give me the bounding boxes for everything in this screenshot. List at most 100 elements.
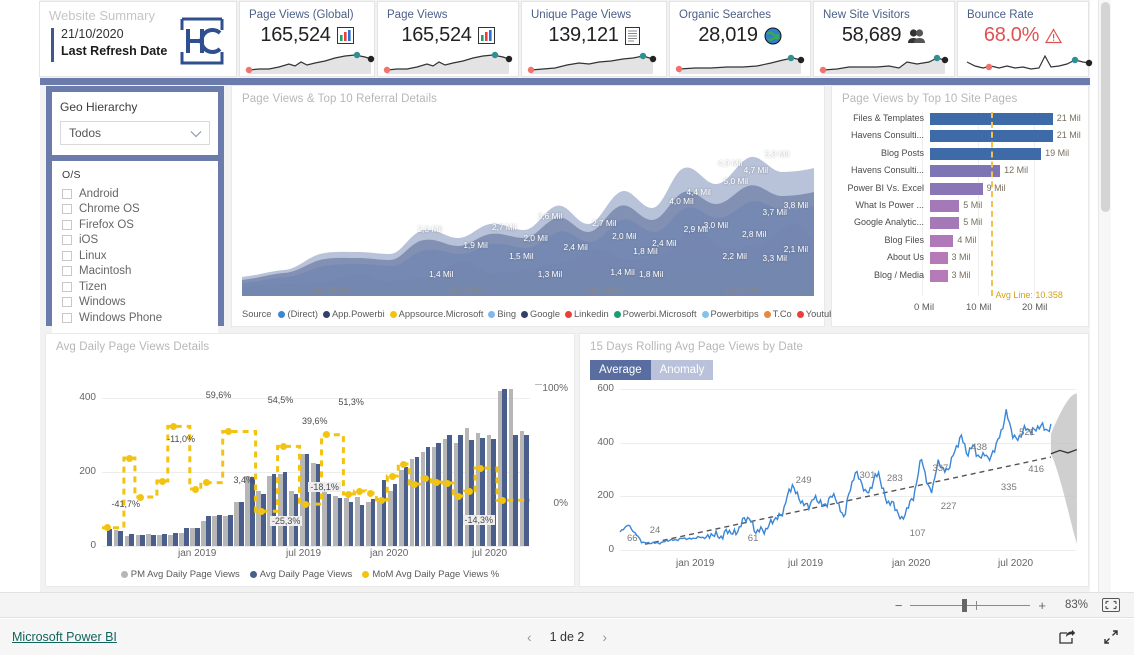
os-item-windows-phone[interactable]: Windows Phone: [62, 310, 210, 326]
scrollbar-thumb[interactable]: [1101, 2, 1110, 212]
legend-item-powerbitips[interactable]: Powerbitips: [701, 309, 759, 319]
top10-bar[interactable]: [930, 252, 948, 265]
toggle-anomaly[interactable]: Anomaly: [650, 360, 714, 380]
os-item-android[interactable]: Android: [62, 186, 210, 202]
rolling-avg-page-views-chart[interactable]: 15 Days Rolling Avg Page Views by Date A…: [580, 334, 1088, 586]
checkbox-icon[interactable]: [62, 188, 72, 199]
checkbox-icon[interactable]: [62, 235, 72, 246]
zoom-out-button[interactable]: −: [895, 598, 903, 613]
fullscreen-icon[interactable]: [1102, 628, 1120, 646]
zoom-slider-thumb[interactable]: [962, 598, 968, 612]
mom-data-point[interactable]: [345, 490, 353, 498]
canvas-scrollbar[interactable]: [1098, 0, 1111, 592]
kpi-card-page-views-global[interactable]: Page Views (Global) 165,524: [240, 2, 375, 76]
checkbox-icon[interactable]: [62, 250, 72, 261]
area-chart-legend[interactable]: Source (Direct) App.Powerbi Appsource.Mi…: [242, 306, 840, 322]
mom-data-point[interactable]: [158, 477, 166, 485]
legend-item-pm-avg-daily-page-views[interactable]: PM Avg Daily Page Views: [120, 569, 240, 580]
top10-bar[interactable]: [930, 200, 960, 212]
legend-item-app-powerbi[interactable]: App.Powerbi: [322, 309, 385, 319]
kpi-card-organic-searches[interactable]: Organic Searches 28,019: [670, 2, 810, 76]
website-summary-card[interactable]: Website Summary 21/10/2020 Last Refresh …: [40, 2, 236, 76]
legend-item-bing[interactable]: Bing: [488, 309, 516, 319]
chevron-right-icon[interactable]: ›: [602, 629, 607, 645]
mom-data-point[interactable]: [169, 422, 177, 430]
top10-bar[interactable]: [930, 217, 960, 230]
mom-data-point[interactable]: [279, 442, 287, 450]
top10-bar-row[interactable]: Power BI Vs. Excel 9 Mil: [840, 182, 1082, 196]
legend-item-linkedin[interactable]: Linkedin: [565, 309, 609, 319]
avg-daily-legend[interactable]: PM Avg Daily Page Views Avg Daily Page V…: [46, 567, 574, 581]
top10-bar-row[interactable]: Files & Templates 21 Mil: [840, 112, 1082, 126]
mom-data-point[interactable]: [422, 474, 430, 482]
mom-data-point[interactable]: [301, 500, 309, 508]
fit-to-page-icon[interactable]: [1102, 598, 1120, 612]
checkbox-icon[interactable]: [62, 219, 72, 230]
bar-chart-icon: [336, 27, 354, 44]
top10-bar-row[interactable]: Blog Files 4 Mil: [840, 234, 1082, 248]
kpi-card-bounce-rate[interactable]: Bounce Rate 68.0%: [958, 2, 1093, 76]
mom-data-point[interactable]: [433, 478, 441, 486]
checkbox-icon[interactable]: [62, 266, 72, 277]
toggle-average[interactable]: Average: [590, 360, 651, 380]
legend-item-powerbi-microsoft[interactable]: Powerbi.Microsoft: [613, 309, 697, 319]
legend-item-direct[interactable]: (Direct): [278, 309, 318, 319]
page-views-referral-chart[interactable]: Page Views & Top 10 Referral Details 2,0…: [232, 86, 840, 326]
kpi-card-new-site-visitors[interactable]: New Site Visitors 58,689: [814, 2, 954, 76]
os-item-windows[interactable]: Windows: [62, 295, 210, 311]
checkbox-icon[interactable]: [62, 297, 72, 308]
chevron-left-icon[interactable]: ‹: [527, 629, 532, 645]
mom-data-point[interactable]: [378, 496, 386, 504]
mom-data-point[interactable]: [257, 507, 265, 515]
os-item-ios[interactable]: iOS: [62, 233, 210, 249]
legend-item-appsource-microsoft[interactable]: Appsource.Microsoft: [389, 309, 483, 319]
mom-data-point[interactable]: [466, 487, 474, 495]
mom-data-point[interactable]: [125, 454, 133, 462]
mom-data-point[interactable]: [389, 472, 397, 480]
legend-item-mom-avg-daily-page-views[interactable]: MoM Avg Daily Page Views %: [362, 569, 499, 580]
top10-bar[interactable]: [930, 147, 1042, 160]
os-item-chrome-os[interactable]: Chrome OS: [62, 202, 210, 218]
legend-item-t-co[interactable]: T.Co: [763, 309, 792, 319]
top10-bar-row[interactable]: Havens Consulti... 12 Mil: [840, 164, 1082, 178]
top10-bar-row[interactable]: What Is Power ... 5 Mil: [840, 199, 1082, 213]
rolling-mode-toggle[interactable]: Average Anomaly: [590, 360, 714, 380]
mom-data-point[interactable]: [411, 480, 419, 488]
avg-daily-page-views-chart[interactable]: Avg Daily Page Views Details -41,7% -11,0…: [46, 334, 574, 586]
os-item-macintosh[interactable]: Macintosh: [62, 264, 210, 280]
kpi-card-page-views[interactable]: Page Views 165,524: [378, 2, 518, 76]
legend-item-avg-daily-page-views[interactable]: Avg Daily Page Views: [249, 569, 352, 580]
checkbox-icon[interactable]: [62, 204, 72, 215]
mom-data-point[interactable]: [400, 460, 408, 468]
top10-bar-row[interactable]: About Us 3 Mil: [840, 251, 1082, 265]
zoom-slider[interactable]: [910, 598, 1031, 612]
mom-data-point[interactable]: [191, 485, 199, 493]
kpi-card-unique-page-views[interactable]: Unique Page Views 139,121: [522, 2, 666, 76]
top10-bar[interactable]: [930, 182, 983, 195]
mom-data-point[interactable]: [356, 487, 364, 495]
zoom-in-button[interactable]: +: [1038, 598, 1046, 613]
os-item-linux[interactable]: Linux: [62, 248, 210, 264]
top10-bar-row[interactable]: Blog Posts 19 Mil: [840, 147, 1082, 161]
checkbox-icon[interactable]: [62, 312, 72, 323]
mom-data-point[interactable]: [224, 428, 232, 435]
top10-bar-row[interactable]: Havens Consulti... 21 Mil: [840, 129, 1082, 143]
mom-data-point[interactable]: [367, 489, 375, 497]
mom-data-point[interactable]: [444, 479, 452, 487]
top10-site-pages-chart[interactable]: Page Views by Top 10 Site Pages Files & …: [832, 86, 1088, 326]
top10-bar[interactable]: [930, 269, 948, 282]
mom-data-point[interactable]: [477, 464, 485, 472]
top10-bar-row[interactable]: Blog / Media 3 Mil: [840, 269, 1082, 283]
top10-bar[interactable]: [930, 234, 954, 247]
mom-data-point[interactable]: [455, 492, 463, 500]
legend-item-google[interactable]: Google: [521, 309, 560, 319]
mom-data-point[interactable]: [202, 479, 210, 487]
share-icon[interactable]: [1058, 629, 1076, 645]
checkbox-icon[interactable]: [62, 281, 72, 292]
top10-bar-row[interactable]: Google Analytic... 5 Mil: [840, 216, 1082, 230]
geo-hierarchy-dropdown[interactable]: Todos: [60, 121, 210, 145]
mom-data-point[interactable]: [499, 496, 507, 504]
zoom-control[interactable]: − + 83%: [895, 598, 1088, 613]
os-item-firefox-os[interactable]: Firefox OS: [62, 217, 210, 233]
os-item-tizen[interactable]: Tizen: [62, 279, 210, 295]
